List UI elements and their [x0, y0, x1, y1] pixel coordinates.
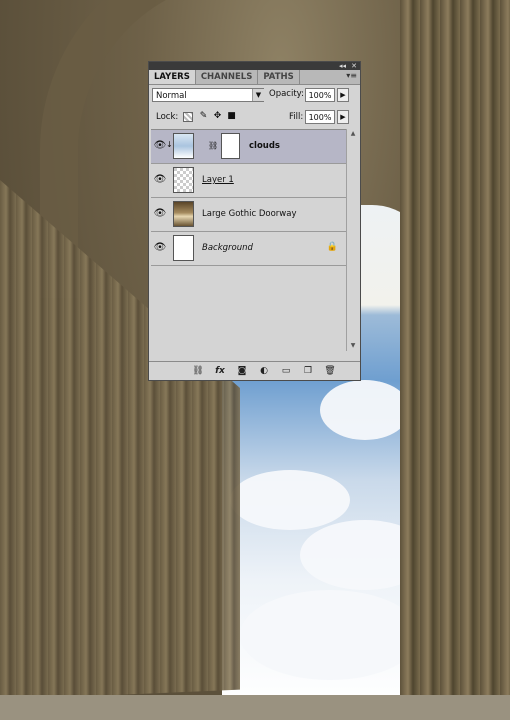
collapse-icon[interactable]: ◂◂: [339, 62, 346, 70]
opacity-slider-button[interactable]: ▶: [337, 88, 349, 102]
eye-icon[interactable]: 👁: [153, 173, 167, 187]
cloud: [320, 380, 410, 440]
tab-paths[interactable]: PATHS: [258, 70, 300, 84]
layer-thumbnail[interactable]: [173, 133, 194, 159]
floor: [0, 695, 510, 720]
trash-icon[interactable]: 🗑: [323, 364, 337, 378]
tab-channels[interactable]: CHANNELS: [196, 70, 259, 84]
layer-name[interactable]: Large Gothic Doorway: [202, 209, 297, 219]
layer-thumbnail[interactable]: [173, 201, 194, 227]
lock-label: Lock:: [156, 112, 179, 122]
layers-panel: ◂◂ ✕ LAYERS CHANNELS PATHS ▾≡ Normal ▼ O…: [148, 61, 361, 381]
scrollbar[interactable]: ▲ ▼: [346, 129, 359, 351]
eye-icon[interactable]: 👁: [153, 207, 167, 221]
panel-bottom-toolbar: ⛓ fx ◙ ◐ ▭ ❐ 🗑: [149, 361, 360, 380]
cloud: [240, 590, 420, 680]
scroll-down-icon[interactable]: ▼: [347, 341, 359, 351]
chevron-down-icon[interactable]: ▼: [252, 89, 264, 101]
cloud: [230, 470, 350, 530]
chain-link-icon[interactable]: ⛓: [208, 141, 218, 150]
fill-field[interactable]: 100%: [305, 110, 335, 124]
layer-row-background[interactable]: 👁 Background 🔒: [151, 232, 346, 266]
group-folder-icon[interactable]: ▭: [279, 364, 293, 378]
link-icon[interactable]: ⛓: [191, 364, 205, 378]
tab-layers[interactable]: LAYERS: [149, 70, 196, 84]
layer-name[interactable]: clouds: [249, 141, 280, 151]
clip-arrow-icon: ↓: [166, 140, 173, 149]
eye-icon[interactable]: 👁: [153, 241, 167, 255]
eye-icon[interactable]: 👁: [153, 139, 167, 153]
lock-icon: 🔒: [326, 242, 338, 252]
opacity-label: Opacity:: [269, 89, 304, 99]
adjustment-icon[interactable]: ◐: [257, 364, 271, 378]
lock-all-icon[interactable]: ■: [226, 111, 237, 122]
scroll-up-icon[interactable]: ▲: [347, 129, 359, 139]
layer-row-clouds[interactable]: 👁 ↓ ⛓ clouds: [151, 130, 346, 164]
blend-row: Normal ▼ Opacity: 100% ▶: [152, 88, 357, 104]
layer-row-layer-1[interactable]: 👁 Layer 1: [151, 164, 346, 198]
close-icon[interactable]: ✕: [351, 62, 357, 70]
layer-name[interactable]: Layer 1: [202, 175, 234, 185]
fill-slider-button[interactable]: ▶: [337, 110, 349, 124]
fill-label: Fill:: [289, 112, 304, 122]
layer-row-large-gothic-doorway[interactable]: 👁 Large Gothic Doorway: [151, 198, 346, 232]
layer-mask-thumbnail[interactable]: [221, 133, 240, 159]
opacity-field[interactable]: 100%: [305, 88, 335, 102]
lock-row: Lock: ✎ ✥ ■ Fill: 100% ▶: [152, 110, 357, 126]
new-layer-icon[interactable]: ❐: [301, 364, 315, 378]
fx-icon[interactable]: fx: [213, 364, 227, 378]
layer-name[interactable]: Background: [202, 243, 253, 253]
lock-transparency-icon[interactable]: [183, 112, 193, 122]
right-pillar: [400, 0, 510, 720]
lock-position-icon[interactable]: ✥: [212, 111, 223, 122]
blend-mode-select[interactable]: Normal: [152, 88, 264, 102]
mask-icon[interactable]: ◙: [235, 364, 249, 378]
layer-thumbnail[interactable]: [173, 167, 194, 193]
lock-pixels-icon[interactable]: ✎: [198, 111, 209, 122]
panel-menu-icon[interactable]: ▾≡: [346, 71, 357, 80]
panel-tabs: LAYERS CHANNELS PATHS ▾≡: [149, 70, 360, 85]
layer-list: 👁 ↓ ⛓ clouds 👁 Layer 1 👁 Large Gothic Do…: [151, 129, 346, 352]
panel-titlebar[interactable]: ◂◂ ✕: [149, 62, 360, 70]
layer-thumbnail[interactable]: [173, 235, 194, 261]
